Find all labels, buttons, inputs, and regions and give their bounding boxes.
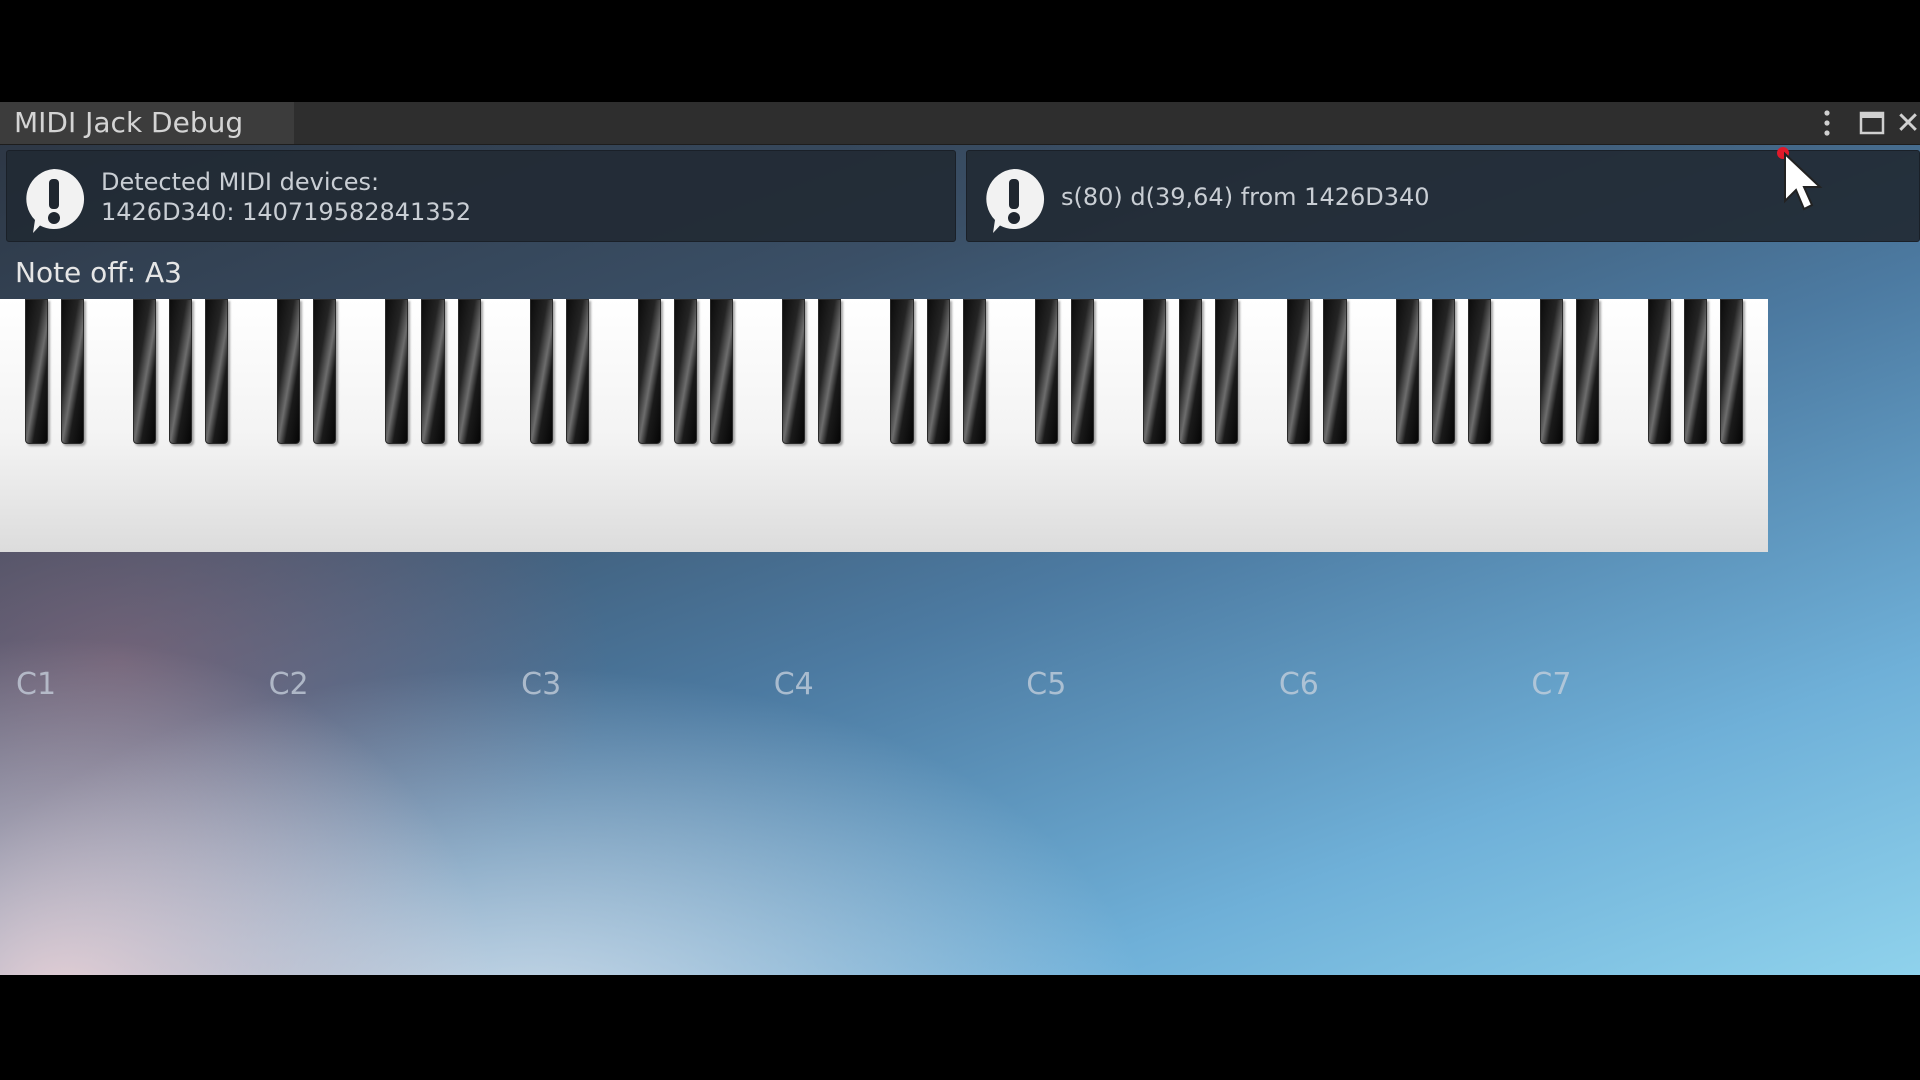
octave-label: C3 bbox=[521, 667, 562, 702]
black-key[interactable] bbox=[674, 299, 698, 444]
black-key[interactable] bbox=[132, 299, 156, 444]
black-key[interactable] bbox=[1576, 299, 1600, 444]
black-key[interactable] bbox=[926, 299, 950, 444]
octave-label: C7 bbox=[1531, 667, 1572, 702]
black-key[interactable] bbox=[168, 299, 192, 444]
maximize-icon[interactable] bbox=[1854, 102, 1890, 144]
warning-icon bbox=[26, 168, 85, 233]
warning-icon bbox=[986, 168, 1045, 233]
black-key[interactable] bbox=[421, 299, 445, 444]
devices-heading: Detected MIDI devices: bbox=[101, 168, 380, 196]
black-key[interactable] bbox=[1467, 299, 1491, 444]
black-key[interactable] bbox=[890, 299, 914, 444]
black-key[interactable] bbox=[277, 299, 301, 444]
black-key[interactable] bbox=[565, 299, 589, 444]
piano-keyboard[interactable] bbox=[0, 299, 1768, 552]
black-key[interactable] bbox=[1539, 299, 1564, 444]
black-key[interactable] bbox=[204, 299, 229, 444]
kebab-menu-icon[interactable] bbox=[1812, 102, 1842, 144]
black-key[interactable] bbox=[710, 299, 734, 444]
black-key[interactable] bbox=[782, 299, 806, 444]
devices-help-text: Detected MIDI devices: 1426D340: 1407195… bbox=[101, 151, 471, 243]
black-key[interactable] bbox=[1070, 299, 1094, 444]
octave-label: C5 bbox=[1026, 667, 1067, 702]
black-key[interactable] bbox=[1287, 299, 1311, 444]
black-key[interactable] bbox=[1648, 299, 1672, 444]
midi-message-text: s(80) d(39,64) from 1426D340 bbox=[1061, 183, 1430, 211]
note-status-label: Note off: A3 bbox=[15, 256, 182, 289]
black-key[interactable] bbox=[1179, 299, 1203, 444]
black-key[interactable] bbox=[1323, 299, 1347, 444]
black-key[interactable] bbox=[1143, 299, 1167, 444]
black-key[interactable] bbox=[1034, 299, 1058, 444]
black-key[interactable] bbox=[24, 299, 48, 444]
midi-message-text-wrap: s(80) d(39,64) from 1426D340 bbox=[1061, 151, 1430, 243]
black-key[interactable] bbox=[1720, 299, 1744, 444]
octave-label: C6 bbox=[1278, 667, 1319, 702]
black-key[interactable] bbox=[529, 299, 553, 444]
black-key[interactable] bbox=[1431, 299, 1455, 444]
octave-label: C4 bbox=[773, 667, 814, 702]
black-key[interactable] bbox=[1684, 299, 1708, 444]
midi-jack-debug-window: MIDI Jack Debug ✕ Detected MIDI devices:… bbox=[0, 102, 1920, 975]
black-key[interactable] bbox=[962, 299, 986, 444]
octave-label: C2 bbox=[268, 667, 309, 702]
black-key[interactable] bbox=[637, 299, 661, 444]
mouse-cursor-icon bbox=[1777, 147, 1823, 211]
black-key[interactable] bbox=[1395, 299, 1419, 444]
black-key[interactable] bbox=[457, 299, 481, 444]
close-icon[interactable]: ✕ bbox=[1895, 102, 1920, 144]
black-key[interactable] bbox=[385, 299, 409, 444]
window-tab[interactable]: MIDI Jack Debug bbox=[0, 102, 294, 144]
black-key[interactable] bbox=[1215, 299, 1239, 444]
black-key[interactable] bbox=[818, 299, 842, 444]
black-key[interactable] bbox=[313, 299, 337, 444]
title-bar: MIDI Jack Debug ✕ bbox=[0, 102, 1920, 145]
black-key[interactable] bbox=[60, 299, 84, 444]
devices-help-box: Detected MIDI devices: 1426D340: 1407195… bbox=[6, 150, 956, 242]
octave-label: C1 bbox=[16, 667, 57, 702]
device-entry: 1426D340: 140719582841352 bbox=[101, 198, 472, 226]
